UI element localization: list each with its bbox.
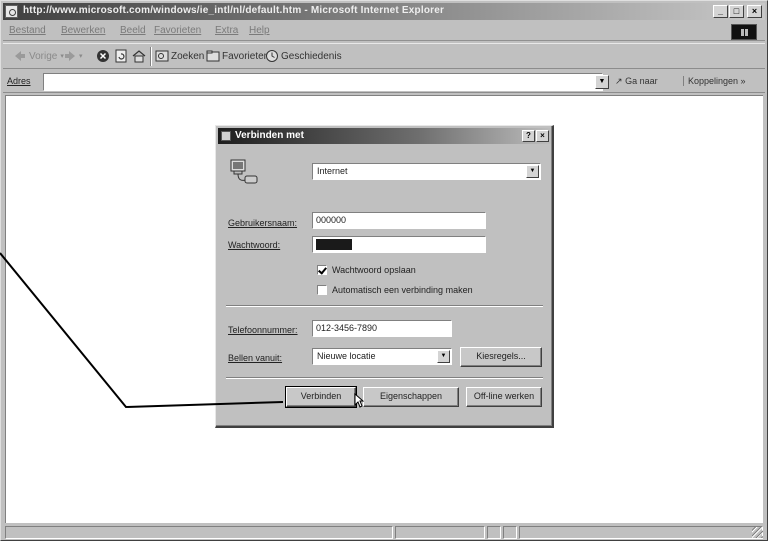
connection-select[interactable]: Internet ▼ <box>312 163 541 180</box>
windows-logo-icon <box>731 24 757 40</box>
auto-connect-checkbox-row[interactable]: Automatisch een verbinding maken <box>317 285 473 295</box>
password-field[interactable] <box>312 236 486 253</box>
menu-view[interactable]: Beeld <box>120 25 146 36</box>
refresh-button[interactable] <box>114 49 130 63</box>
search-icon <box>155 50 169 62</box>
history-icon <box>266 50 278 62</box>
dialog-help-button[interactable]: ? <box>522 130 535 142</box>
favorites-folder-icon <box>206 50 220 62</box>
minimize-button[interactable]: _ <box>713 5 728 18</box>
menu-help[interactable]: Help <box>249 25 270 36</box>
phone-label: Telefoonnummer: <box>228 325 298 335</box>
connect-dialog: Verbinden met ? × Internet ▼ Gebruikersn… <box>215 125 554 428</box>
chevron-down-icon[interactable]: ▼ <box>437 350 450 363</box>
status-pane <box>487 526 501 539</box>
forward-button[interactable]: ▾ <box>63 49 83 63</box>
work-offline-button[interactable]: Off-line werken <box>466 387 542 407</box>
stop-icon <box>97 50 109 62</box>
dialing-from-label: Bellen vanuit: <box>228 353 283 363</box>
dial-properties-button[interactable]: Kiesregels... <box>460 347 542 367</box>
forward-dropdown-icon[interactable]: ▾ <box>79 52 83 60</box>
menu-bar: Bestand Bewerken Beeld Favorieten Extra … <box>3 22 765 41</box>
menu-edit[interactable]: Bewerken <box>61 25 105 36</box>
favorites-label: Favorieten <box>222 50 270 62</box>
dialog-divider <box>226 305 543 307</box>
back-arrow-icon <box>15 51 25 61</box>
close-button[interactable]: × <box>747 5 762 18</box>
go-button[interactable]: ↗ Ga naar <box>615 76 658 87</box>
toolbar-separator <box>150 47 152 66</box>
home-button[interactable] <box>132 49 148 63</box>
chevron-down-icon[interactable]: ▼ <box>526 165 539 178</box>
address-dropdown-button[interactable]: ▼ <box>595 75 609 89</box>
resize-grip-icon[interactable] <box>752 527 763 538</box>
go-arrow-icon: ↗ <box>615 76 623 86</box>
menu-favorites[interactable]: Favorieten <box>154 25 201 36</box>
window-controls: _ □ × <box>712 5 762 18</box>
save-password-checkbox[interactable] <box>317 265 327 275</box>
save-password-checkbox-row[interactable]: Wachtwoord opslaan <box>317 265 416 275</box>
home-icon <box>132 50 146 63</box>
mouse-cursor-icon <box>354 393 364 408</box>
status-zone-pane <box>519 526 763 539</box>
links-button[interactable]: Koppelingen » <box>683 76 746 86</box>
menu-file[interactable]: Bestand <box>9 25 46 36</box>
dialup-computer-icon <box>230 159 258 184</box>
favorites-button[interactable]: Favorieten <box>206 49 269 63</box>
search-label: Zoeken <box>171 50 205 62</box>
go-label: Ga naar <box>625 76 658 86</box>
window-titlebar[interactable]: http://www.microsoft.com/windows/ie_intl… <box>3 3 765 20</box>
forward-arrow-icon <box>65 51 75 61</box>
window-title: http://www.microsoft.com/windows/ie_intl… <box>23 5 445 16</box>
phone-number-field[interactable]: 012-3456-7890 <box>312 320 452 337</box>
properties-button[interactable]: Eigenschappen <box>363 387 459 407</box>
maximize-button[interactable]: □ <box>729 5 744 18</box>
status-pane <box>503 526 517 539</box>
dialog-close-button[interactable]: × <box>536 130 549 142</box>
dialog-divider <box>226 377 543 379</box>
address-label: Adres <box>7 76 31 86</box>
username-value: 000000 <box>316 215 347 225</box>
username-field[interactable]: 000000 <box>312 212 486 229</box>
address-input[interactable] <box>43 73 603 91</box>
menu-tools[interactable]: Extra <box>215 25 238 36</box>
save-password-label: Wachtwoord opslaan <box>332 265 416 275</box>
dialing-from-value: Nieuwe locatie <box>317 351 376 361</box>
refresh-icon <box>115 49 127 63</box>
ie-app-icon[interactable] <box>5 5 18 18</box>
dialog-controls: ? × <box>521 130 549 142</box>
back-label: Vorige <box>29 50 58 62</box>
dialing-from-select[interactable]: Nieuwe locatie ▼ <box>312 348 452 365</box>
username-label: Gebruikersnaam: <box>228 218 298 228</box>
address-bar: Adres ▼ ↗ Ga naar Koppelingen » <box>3 71 765 93</box>
auto-connect-label: Automatisch een verbinding maken <box>332 285 473 295</box>
connect-button[interactable]: Verbinden <box>285 386 357 408</box>
history-button[interactable]: Geschiedenis <box>265 49 342 63</box>
history-label: Geschiedenis <box>281 50 342 62</box>
phone-value: 012-3456-7890 <box>316 323 378 333</box>
connection-value: Internet <box>317 166 348 176</box>
standard-toolbar: Vorige ▾ ▾ Zoeken Favorieten Geschiedeni… <box>3 43 765 69</box>
search-button[interactable]: Zoeken <box>155 49 204 63</box>
back-button[interactable]: Vorige ▾ <box>13 49 64 63</box>
password-label: Wachtwoord: <box>228 240 281 250</box>
dialup-title-icon <box>221 131 231 141</box>
dialog-titlebar[interactable]: Verbinden met ? × <box>218 128 551 144</box>
status-bar <box>3 525 765 540</box>
status-text-pane <box>5 526 393 539</box>
stop-button[interactable] <box>96 49 112 63</box>
status-pane <box>395 526 485 539</box>
password-mask <box>316 239 352 250</box>
auto-connect-checkbox[interactable] <box>317 285 327 295</box>
dialog-title: Verbinden met <box>235 130 304 141</box>
